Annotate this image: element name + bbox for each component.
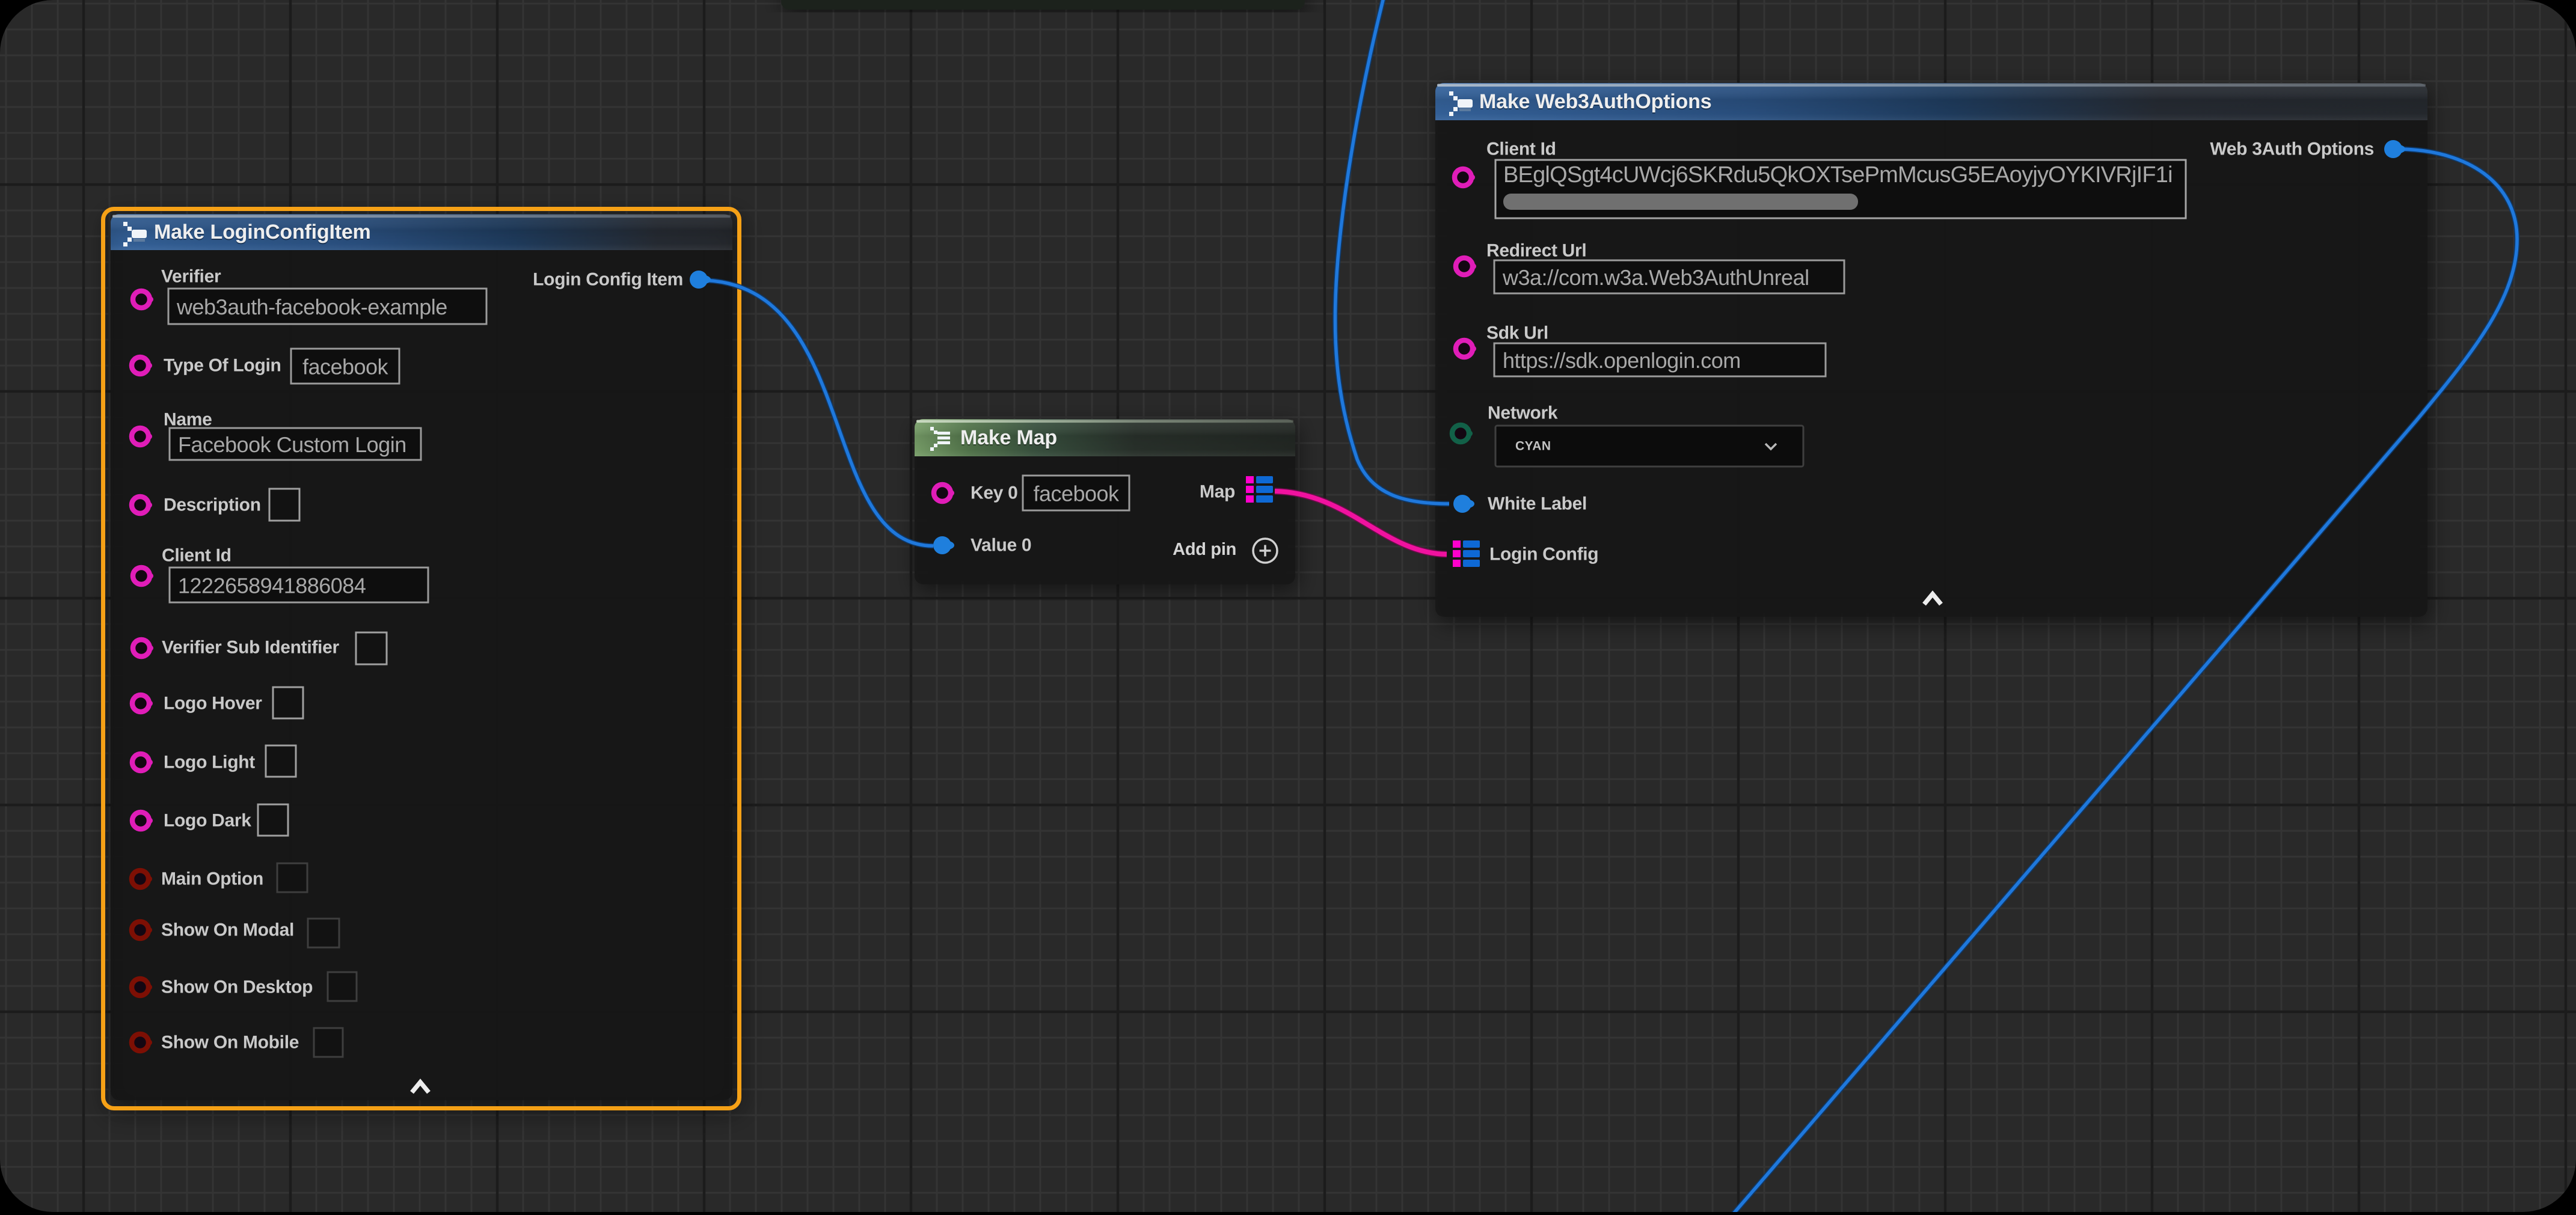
svg-text:Logo Light: Logo Light (164, 753, 255, 773)
svg-text:Verifier Sub Identifier: Verifier Sub Identifier (162, 638, 339, 658)
svg-text:Description: Description (164, 495, 261, 515)
svg-text:Login Config Item: Login Config Item (533, 270, 683, 290)
svg-text:Name: Name (164, 410, 212, 430)
svg-text:White Label: White Label (1488, 494, 1587, 514)
svg-text:Show On Mobile: Show On Mobile (161, 1033, 299, 1053)
svg-text:Web 3Auth Options: Web 3Auth Options (2210, 139, 2374, 159)
svg-text:Show On Modal: Show On Modal (161, 920, 294, 940)
svg-text:Redirect Url: Redirect Url (1486, 241, 1586, 261)
svg-text:Add pin: Add pin (1173, 540, 1236, 559)
svg-text:Value 0: Value 0 (971, 536, 1031, 555)
svg-text:facebook: facebook (1033, 482, 1120, 506)
svg-text:Sdk Url: Sdk Url (1486, 323, 1548, 343)
svg-text:w3a://com.w3a.Web3AuthUnreal: w3a://com.w3a.Web3AuthUnreal (1502, 265, 1809, 290)
svg-text:Client Id: Client Id (162, 546, 232, 566)
svg-text:Logo Hover: Logo Hover (164, 694, 262, 714)
svg-text:Map: Map (1200, 482, 1235, 502)
svg-text:Login Config: Login Config (1489, 545, 1598, 565)
svg-text:Make LoginConfigItem: Make LoginConfigItem (154, 221, 371, 243)
svg-text:Type Of Login: Type Of Login (164, 356, 281, 376)
svg-text:Network: Network (1488, 403, 1558, 423)
svg-text:Main Option: Main Option (161, 869, 263, 889)
svg-text:Verifier: Verifier (161, 267, 221, 287)
svg-text:Logo Dark: Logo Dark (164, 811, 251, 831)
svg-text:Facebook Custom Login: Facebook Custom Login (178, 432, 406, 457)
svg-text:Key 0: Key 0 (971, 483, 1018, 503)
svg-text:web3auth-facebook-example: web3auth-facebook-example (176, 295, 447, 319)
svg-text:facebook: facebook (302, 355, 389, 379)
svg-text:Show On Desktop: Show On Desktop (161, 978, 313, 997)
svg-text:1222658941886084: 1222658941886084 (178, 574, 366, 598)
svg-text:Make Web3AuthOptions: Make Web3AuthOptions (1479, 90, 1711, 113)
svg-text:CYAN: CYAN (1515, 439, 1551, 453)
svg-text:BEglQSgt4cUWcj6SKRdu5QkOXTsePm: BEglQSgt4cUWcj6SKRdu5QkOXTsePmMcusG5EAoy… (1503, 162, 2173, 188)
svg-text:Make Map: Make Map (960, 426, 1057, 449)
svg-text:https://sdk.openlogin.com: https://sdk.openlogin.com (1503, 348, 1741, 373)
svg-text:Client Id: Client Id (1486, 139, 1556, 159)
